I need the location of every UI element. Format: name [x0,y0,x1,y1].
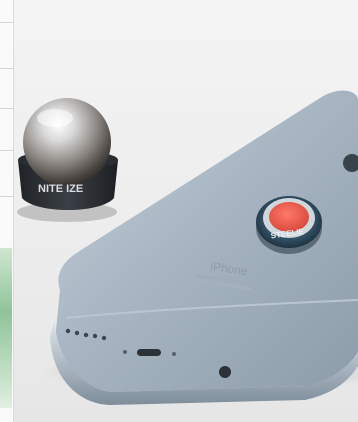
mount-brand-label: NITE IZE [38,183,83,195]
lightning-port-icon [137,349,161,356]
headphone-jack-icon [219,366,231,378]
screw-icon [172,352,176,356]
mount-ball [23,98,111,186]
product-photo: iPhone STEELIE NITE IZE [0,0,358,422]
screw-icon [123,350,127,354]
nite-ize-mount: NITE IZE [17,98,118,222]
photo-scene: iPhone STEELIE NITE IZE [17,90,358,405]
steelie-disc: STEELIE [256,196,322,254]
